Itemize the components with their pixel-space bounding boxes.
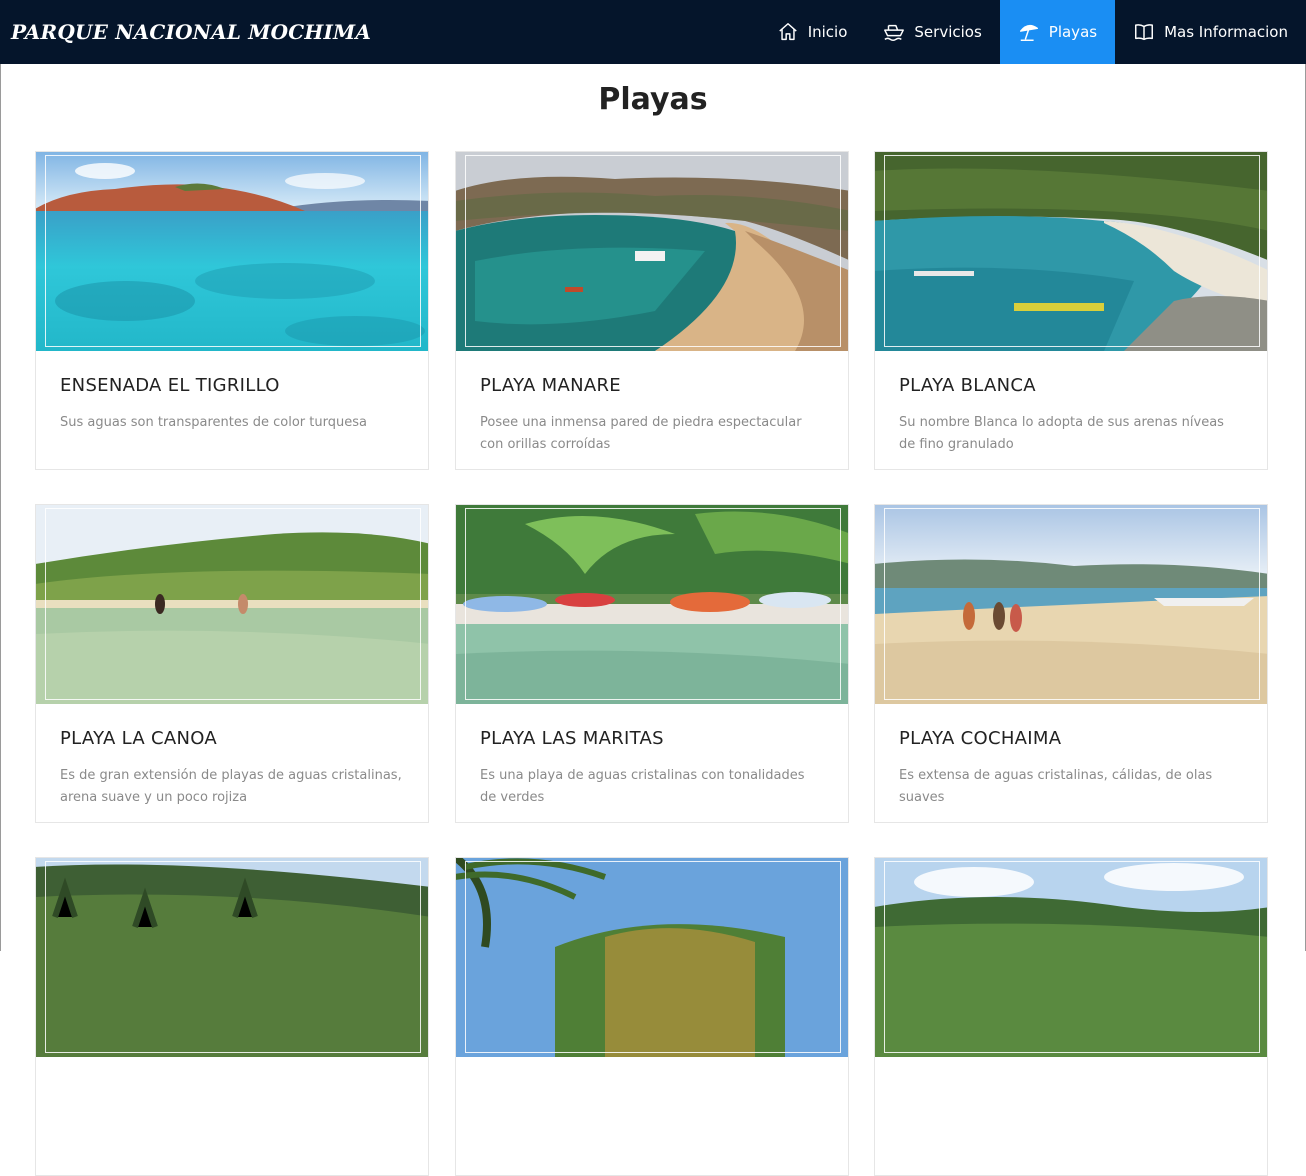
beach-card[interactable]: PLAYA MANARE Posee una inmensa pared de … bbox=[455, 151, 849, 470]
nav-label-playas: Playas bbox=[1048, 23, 1098, 41]
beach-description: Su nombre Blanca lo adopta de sus arenas… bbox=[899, 415, 1224, 452]
beach-card[interactable]: PLAYA COCHAIMA Es extensa de aguas crist… bbox=[874, 504, 1268, 823]
beach-card[interactable] bbox=[35, 857, 429, 1176]
beach-photo-las-maritas bbox=[456, 505, 848, 704]
navbar: PARQUE NACIONAL MOCHIMA Inicio Servicios bbox=[0, 0, 1306, 64]
beach-title[interactable]: PLAYA COCHAIMA bbox=[899, 728, 1243, 749]
main-nav: Inicio Servicios Playas Mas Informacion bbox=[759, 0, 1306, 64]
beach-umbrella-icon bbox=[1018, 21, 1040, 43]
nav-label-servicios: Servicios bbox=[914, 23, 982, 41]
beach-description: Sus aguas son transparentes de color tur… bbox=[60, 415, 367, 430]
beach-card[interactable]: PLAYA BLANCA Su nombre Blanca lo adopta … bbox=[874, 151, 1268, 470]
nav-item-inicio[interactable]: Inicio bbox=[759, 0, 866, 64]
nav-item-playas[interactable]: Playas bbox=[999, 0, 1116, 64]
beach-title[interactable]: PLAYA LA CANOA bbox=[60, 728, 404, 749]
beach-title[interactable]: PLAYA LAS MARITAS bbox=[480, 728, 824, 749]
beach-photo-cochaima bbox=[875, 505, 1267, 704]
beach-card[interactable]: ENSENADA EL TIGRILLO Sus aguas son trans… bbox=[35, 151, 429, 470]
home-icon bbox=[777, 21, 799, 43]
beach-title[interactable]: ENSENADA EL TIGRILLO bbox=[60, 375, 404, 396]
beach-title[interactable]: PLAYA BLANCA bbox=[899, 375, 1243, 396]
page-title: Playas bbox=[598, 82, 708, 117]
beach-photo bbox=[456, 858, 848, 1057]
boat-icon bbox=[883, 21, 905, 43]
beach-title[interactable]: PLAYA MANARE bbox=[480, 375, 824, 396]
beach-card[interactable] bbox=[874, 857, 1268, 1176]
beach-card[interactable]: PLAYA LAS MARITAS Es una playa de aguas … bbox=[455, 504, 849, 823]
nav-label-inicio: Inicio bbox=[807, 23, 848, 41]
beach-description: Posee una inmensa pared de piedra espect… bbox=[480, 415, 802, 452]
beach-description: Es una playa de aguas cristalinas con to… bbox=[480, 768, 805, 805]
nav-item-mas-informacion[interactable]: Mas Informacion bbox=[1115, 0, 1306, 64]
beach-card[interactable] bbox=[455, 857, 849, 1176]
beach-photo-manare bbox=[456, 152, 848, 351]
beach-photo bbox=[875, 858, 1267, 1057]
book-icon bbox=[1133, 21, 1155, 43]
beach-photo bbox=[36, 858, 428, 1057]
beach-photo-tigrillo bbox=[36, 152, 428, 351]
nav-label-mas-informacion: Mas Informacion bbox=[1164, 23, 1288, 41]
beach-photo-la-canoa bbox=[36, 505, 428, 704]
nav-item-servicios[interactable]: Servicios bbox=[865, 0, 999, 64]
beach-photo-blanca bbox=[875, 152, 1267, 351]
site-brand[interactable]: PARQUE NACIONAL MOCHIMA bbox=[11, 20, 371, 44]
beach-description: Es extensa de aguas cristalinas, cálidas… bbox=[899, 768, 1213, 805]
beach-card[interactable]: PLAYA LA CANOA Es de gran extensión de p… bbox=[35, 504, 429, 823]
window-edge-left bbox=[0, 0, 1, 951]
beach-description: Es de gran extensión de playas de aguas … bbox=[60, 768, 402, 805]
